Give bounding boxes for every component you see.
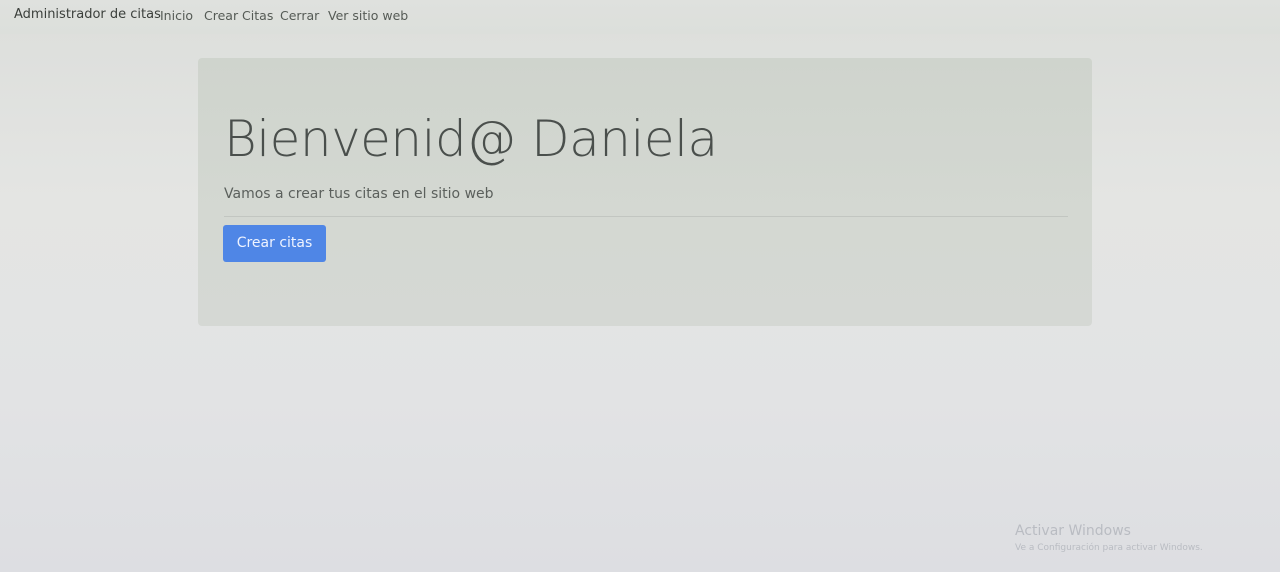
- windows-activation-watermark: Activar Windows Ve a Configuración para …: [1015, 522, 1203, 554]
- watermark-subtitle: Ve a Configuración para activar Windows.: [1015, 543, 1203, 553]
- nav-link-crear-citas[interactable]: Crear Citas: [204, 8, 273, 23]
- jumbotron-divider: [224, 216, 1068, 217]
- welcome-lead-text: Vamos a crear tus citas en el sitio web: [224, 186, 494, 202]
- navbar-brand[interactable]: Administrador de citas: [14, 7, 161, 22]
- welcome-jumbotron: Bienvenid@ Daniela Vamos a crear tus cit…: [198, 58, 1092, 326]
- watermark-title: Activar Windows: [1015, 523, 1131, 539]
- nav-link-ver-sitio-web[interactable]: Ver sitio web: [328, 8, 408, 23]
- nav-link-cerrar[interactable]: Cerrar: [280, 8, 319, 23]
- top-navbar: Administrador de citas Inicio Crear Cita…: [0, 0, 1280, 34]
- nav-link-inicio[interactable]: Inicio: [160, 8, 193, 23]
- create-appointments-button[interactable]: Crear citas: [223, 225, 326, 262]
- welcome-heading: Bienvenid@ Daniela: [224, 110, 718, 168]
